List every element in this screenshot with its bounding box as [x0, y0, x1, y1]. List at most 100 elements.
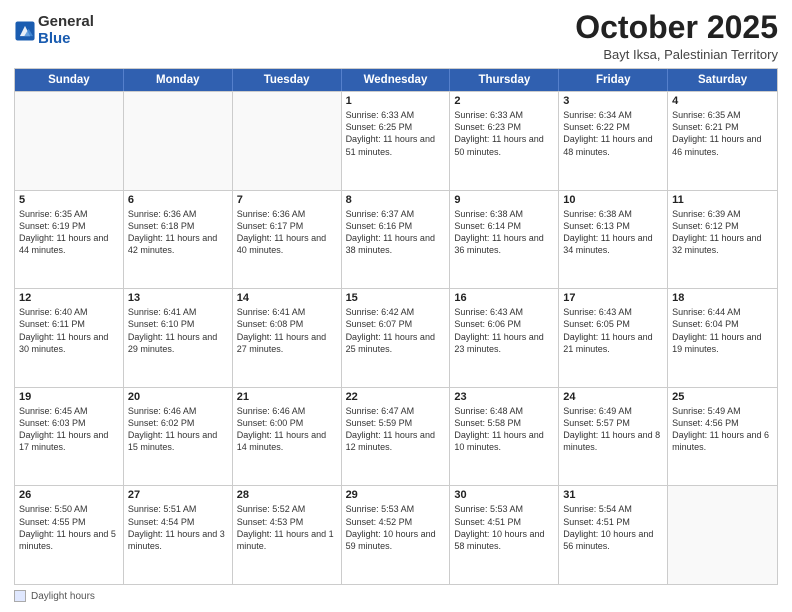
cal-cell-11: 11 Sunrise: 6:39 AM Sunset: 6:12 PM Dayli… [668, 191, 777, 289]
cell-info: Sunrise: 5:50 AM Sunset: 4:55 PM Dayligh… [19, 503, 119, 552]
day-number: 13 [128, 292, 228, 304]
cal-cell-6: 6Sunrise: 6:36 AM Sunset: 6:18 PM Daylig… [124, 191, 233, 289]
cell-info: Sunrise: 6:41 AM Sunset: 6:08 PM Dayligh… [237, 306, 337, 355]
cal-cell-5: 5 Sunrise: 6:35 AM Sunset: 6:19 PM Daylig… [15, 191, 124, 289]
day-number: 5 [19, 194, 119, 206]
cell-info: Sunrise: 6:34 AM Sunset: 6:22 PM Dayligh… [563, 109, 663, 158]
header-right: October 2025 Bayt Iksa, Palestinian Terr… [575, 10, 778, 62]
day-header-tuesday: Tuesday [233, 69, 342, 91]
day-number: 18 [672, 292, 773, 304]
cal-cell-30: 30 Sunrise: 5:53 AM Sunset: 4:51 PM Dayli… [450, 486, 559, 584]
cal-cell-8: 8 Sunrise: 6:37 AM Sunset: 6:16 PM Daylig… [342, 191, 451, 289]
day-header-thursday: Thursday [450, 69, 559, 91]
day-number: 14 [237, 292, 337, 304]
day-number: 9 [454, 194, 554, 206]
cell-info: Sunrise: 6:37 AM Sunset: 6:16 PM Dayligh… [346, 208, 446, 257]
day-number: 27 [128, 489, 228, 501]
footer: Daylight hours [14, 590, 778, 602]
day-number: 19 [19, 391, 119, 403]
logo-blue: Blue [38, 31, 94, 48]
cal-cell-empty-4-6 [668, 486, 777, 584]
cal-cell-15: 15Sunrise: 6:42 AM Sunset: 6:07 PM Dayli… [342, 289, 451, 387]
cell-info: Sunrise: 5:49 AM Sunset: 4:56 PM Dayligh… [672, 405, 773, 454]
cell-info: Sunrise: 5:52 AM Sunset: 4:53 PM Dayligh… [237, 503, 337, 552]
footer-label: Daylight hours [31, 591, 95, 602]
page: General Blue October 2025 Bayt Iksa, Pal… [0, 0, 792, 612]
day-number: 17 [563, 292, 663, 304]
cal-cell-empty-0-0 [15, 92, 124, 190]
cell-info: Sunrise: 6:45 AM Sunset: 6:03 PM Dayligh… [19, 405, 119, 454]
cell-info: Sunrise: 6:46 AM Sunset: 6:02 PM Dayligh… [128, 405, 228, 454]
cell-info: Sunrise: 6:35 AM Sunset: 6:21 PM Dayligh… [672, 109, 773, 158]
cell-info: Sunrise: 5:54 AM Sunset: 4:51 PM Dayligh… [563, 503, 663, 552]
cell-info: Sunrise: 6:43 AM Sunset: 6:06 PM Dayligh… [454, 306, 554, 355]
cal-cell-2: 2Sunrise: 6:33 AM Sunset: 6:23 PM Daylig… [450, 92, 559, 190]
cal-cell-20: 20 Sunrise: 6:46 AM Sunset: 6:02 PM Dayli… [124, 388, 233, 486]
day-number: 31 [563, 489, 663, 501]
day-number: 30 [454, 489, 554, 501]
cell-info: Sunrise: 6:49 AM Sunset: 5:57 PM Dayligh… [563, 405, 663, 454]
cell-info: Sunrise: 6:36 AM Sunset: 6:18 PM Dayligh… [128, 208, 228, 257]
day-header-wednesday: Wednesday [342, 69, 451, 91]
day-number: 28 [237, 489, 337, 501]
cell-info: Sunrise: 5:53 AM Sunset: 4:52 PM Dayligh… [346, 503, 446, 552]
calendar-header: SundayMondayTuesdayWednesdayThursdayFrid… [15, 69, 777, 91]
cal-cell-31: 31 Sunrise: 5:54 AM Sunset: 4:51 PM Dayli… [559, 486, 668, 584]
day-header-sunday: Sunday [15, 69, 124, 91]
cal-cell-26: 26 Sunrise: 5:50 AM Sunset: 4:55 PM Dayli… [15, 486, 124, 584]
cal-cell-10: 10Sunrise: 6:38 AM Sunset: 6:13 PM Dayli… [559, 191, 668, 289]
cell-info: Sunrise: 6:47 AM Sunset: 5:59 PM Dayligh… [346, 405, 446, 454]
cell-info: Sunrise: 6:46 AM Sunset: 6:00 PM Dayligh… [237, 405, 337, 454]
cal-row-4: 26 Sunrise: 5:50 AM Sunset: 4:55 PM Dayli… [15, 485, 777, 584]
cal-cell-17: 17Sunrise: 6:43 AM Sunset: 6:05 PM Dayli… [559, 289, 668, 387]
logo-icon [14, 20, 36, 42]
cal-cell-4: 4 Sunrise: 6:35 AM Sunset: 6:21 PM Daylig… [668, 92, 777, 190]
cal-cell-28: 28 Sunrise: 5:52 AM Sunset: 4:53 PM Dayli… [233, 486, 342, 584]
day-number: 2 [454, 95, 554, 107]
logo-general: General [38, 14, 94, 31]
calendar: SundayMondayTuesdayWednesdayThursdayFrid… [14, 68, 778, 585]
cal-row-2: 12Sunrise: 6:40 AM Sunset: 6:11 PM Dayli… [15, 288, 777, 387]
day-number: 25 [672, 391, 773, 403]
cell-info: Sunrise: 6:38 AM Sunset: 6:14 PM Dayligh… [454, 208, 554, 257]
cal-cell-22: 22 Sunrise: 6:47 AM Sunset: 5:59 PM Dayli… [342, 388, 451, 486]
cal-cell-21: 21 Sunrise: 6:46 AM Sunset: 6:00 PM Dayli… [233, 388, 342, 486]
day-number: 10 [563, 194, 663, 206]
cal-row-1: 5 Sunrise: 6:35 AM Sunset: 6:19 PM Daylig… [15, 190, 777, 289]
day-number: 4 [672, 95, 773, 107]
day-header-friday: Friday [559, 69, 668, 91]
cell-info: Sunrise: 5:53 AM Sunset: 4:51 PM Dayligh… [454, 503, 554, 552]
cell-info: Sunrise: 6:36 AM Sunset: 6:17 PM Dayligh… [237, 208, 337, 257]
day-number: 8 [346, 194, 446, 206]
cal-row-0: 1Sunrise: 6:33 AM Sunset: 6:25 PM Daylig… [15, 91, 777, 190]
day-number: 1 [346, 95, 446, 107]
cell-info: Sunrise: 6:39 AM Sunset: 6:12 PM Dayligh… [672, 208, 773, 257]
cal-cell-14: 14 Sunrise: 6:41 AM Sunset: 6:08 PM Dayli… [233, 289, 342, 387]
daylight-box [14, 590, 26, 602]
day-number: 23 [454, 391, 554, 403]
cal-cell-24: 24Sunrise: 6:49 AM Sunset: 5:57 PM Dayli… [559, 388, 668, 486]
cell-info: Sunrise: 6:35 AM Sunset: 6:19 PM Dayligh… [19, 208, 119, 257]
cal-cell-7: 7 Sunrise: 6:36 AM Sunset: 6:17 PM Daylig… [233, 191, 342, 289]
day-number: 26 [19, 489, 119, 501]
day-number: 22 [346, 391, 446, 403]
cal-cell-16: 16Sunrise: 6:43 AM Sunset: 6:06 PM Dayli… [450, 289, 559, 387]
cal-cell-empty-0-1 [124, 92, 233, 190]
day-number: 7 [237, 194, 337, 206]
cal-cell-23: 23Sunrise: 6:48 AM Sunset: 5:58 PM Dayli… [450, 388, 559, 486]
cal-cell-19: 19 Sunrise: 6:45 AM Sunset: 6:03 PM Dayli… [15, 388, 124, 486]
day-number: 15 [346, 292, 446, 304]
day-number: 11 [672, 194, 773, 206]
location: Bayt Iksa, Palestinian Territory [575, 47, 778, 62]
cell-info: Sunrise: 6:41 AM Sunset: 6:10 PM Dayligh… [128, 306, 228, 355]
day-number: 12 [19, 292, 119, 304]
day-header-saturday: Saturday [668, 69, 777, 91]
cal-cell-3: 3Sunrise: 6:34 AM Sunset: 6:22 PM Daylig… [559, 92, 668, 190]
cal-cell-13: 13 Sunrise: 6:41 AM Sunset: 6:10 PM Dayli… [124, 289, 233, 387]
day-number: 20 [128, 391, 228, 403]
header: General Blue October 2025 Bayt Iksa, Pal… [14, 10, 778, 62]
cell-info: Sunrise: 5:51 AM Sunset: 4:54 PM Dayligh… [128, 503, 228, 552]
logo: General Blue [14, 14, 94, 47]
logo-text: General Blue [38, 14, 94, 47]
day-number: 21 [237, 391, 337, 403]
